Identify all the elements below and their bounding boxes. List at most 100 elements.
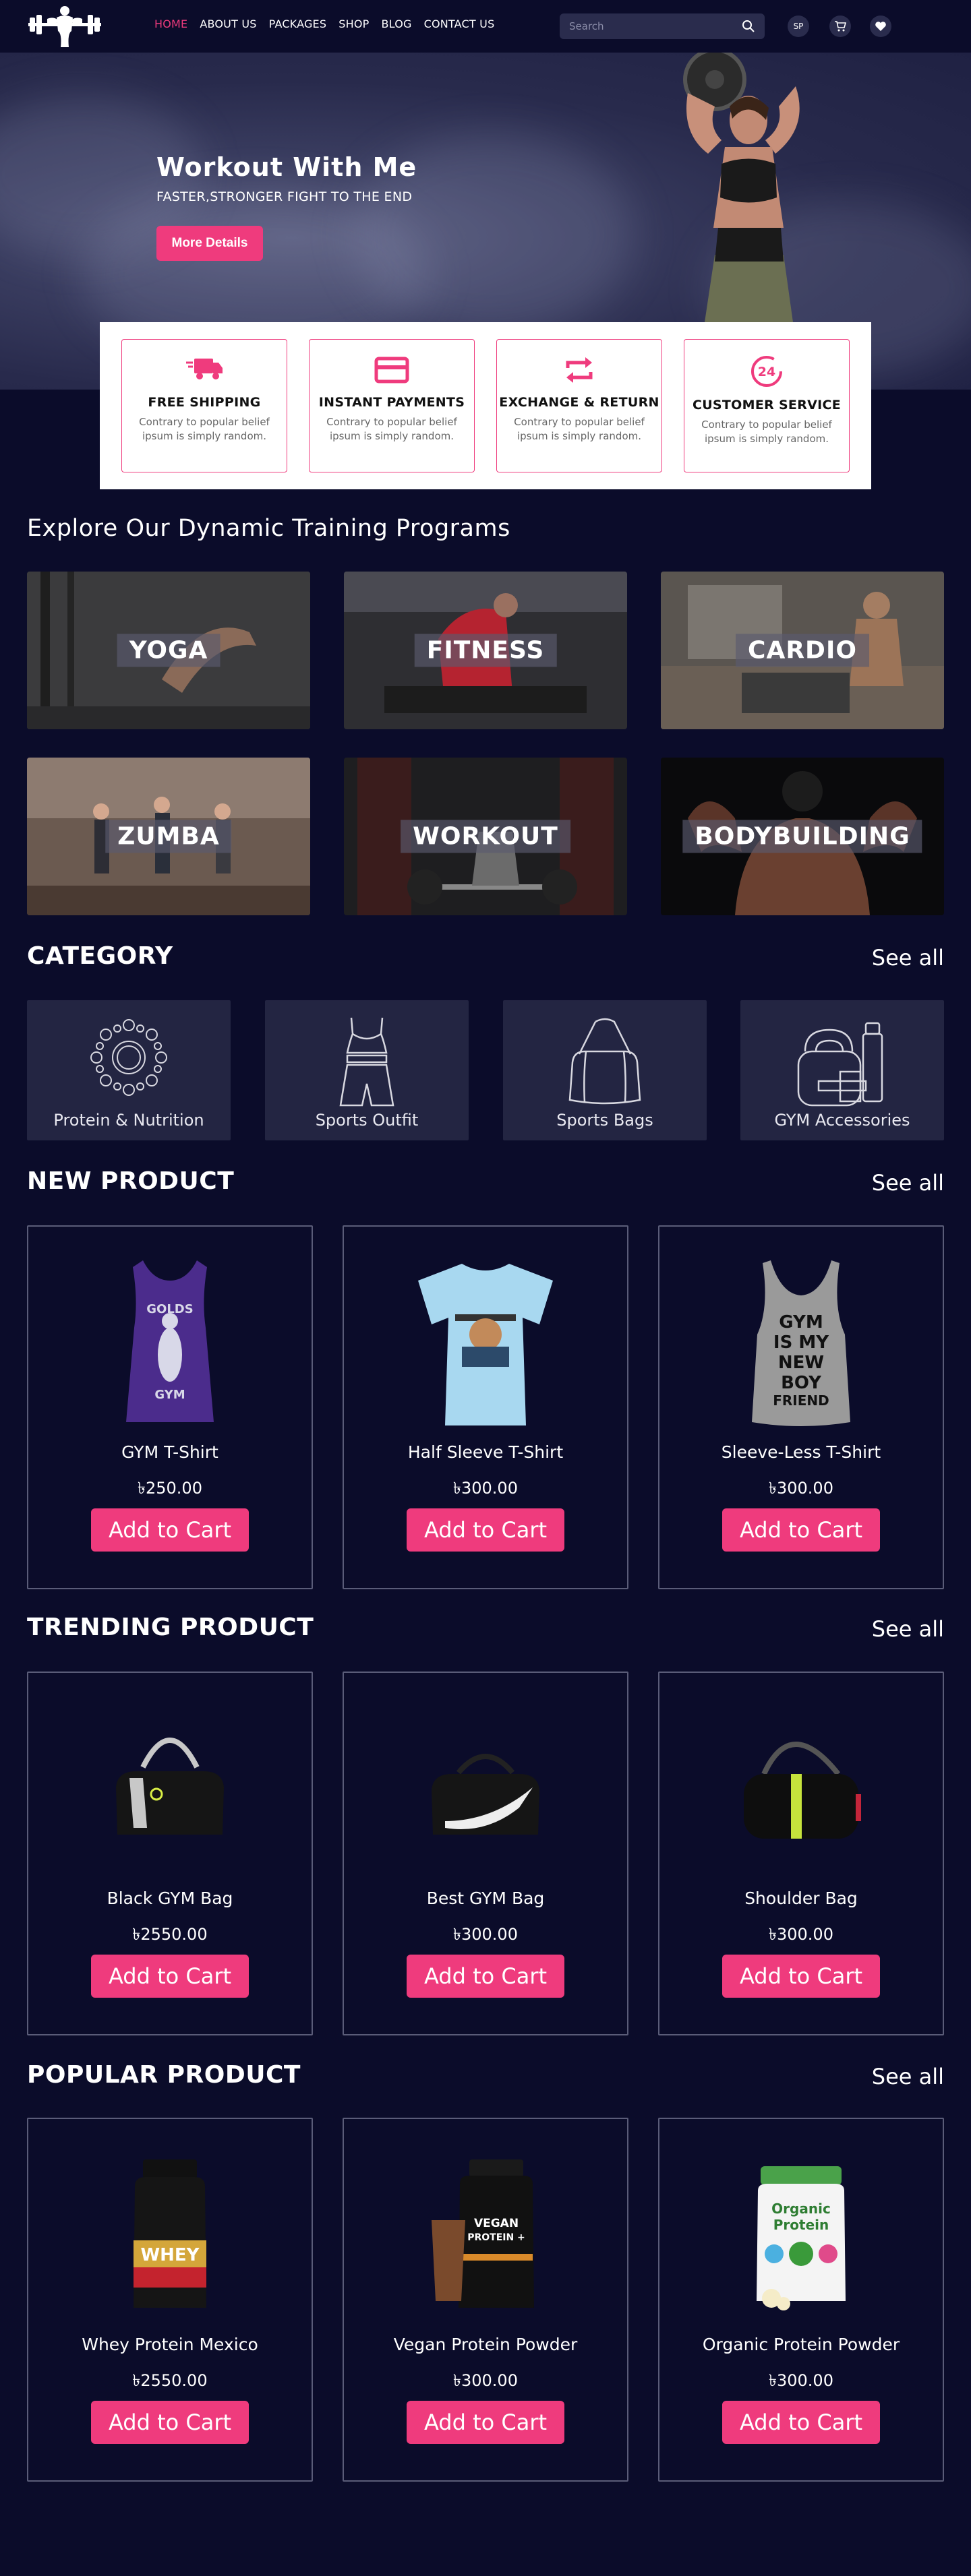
sleeveless-tshirt-image: GYMIS MYNEWBOYFRIEND (752, 1260, 850, 1426)
trending-product-title: TRENDING PRODUCT (27, 1614, 314, 1641)
add-to-cart-button[interactable]: Add to Cart (722, 1508, 880, 1552)
shoulder-bag-image (744, 1742, 861, 1839)
category-card-sports-bags[interactable]: Sports Bags (503, 1000, 707, 1140)
search-input[interactable] (569, 20, 742, 32)
program-label: WORKOUT (401, 820, 570, 853)
product-card[interactable]: Black GYM Bag ৳2550.00 Add to Cart (27, 1672, 313, 2035)
nav-home[interactable]: HOME (154, 18, 187, 30)
add-to-cart-button[interactable]: Add to Cart (91, 1955, 249, 1998)
black-gym-bag-image (116, 1738, 224, 1835)
wishlist-button[interactable] (870, 16, 891, 37)
best-gym-bag-image (432, 1754, 539, 1835)
bag-icon (568, 1018, 641, 1105)
product-card[interactable]: Organic Protein Organic Protein Powder ৳… (658, 2118, 944, 2482)
feature-card: FREE SHIPPING Contrary to popular belief… (121, 339, 287, 472)
features-panel: FREE SHIPPING Contrary to popular belief… (100, 322, 871, 489)
logo[interactable] (27, 4, 102, 49)
more-details-button[interactable]: More Details (156, 226, 263, 261)
product-card[interactable]: Best GYM Bag ৳300.00 Add to Cart (343, 1672, 628, 2035)
product-card[interactable]: VEGAN PROTEIN + Vegan Protein Powder ৳30… (343, 2118, 628, 2482)
product-price: ৳300.00 (453, 1925, 518, 1944)
program-card-zumba[interactable]: ZUMBA (27, 758, 310, 915)
program-card-yoga[interactable]: YOGA (27, 572, 310, 729)
nav-about-us[interactable]: ABOUT US (200, 18, 256, 30)
program-card-cardio[interactable]: CARDIO (661, 572, 944, 729)
trending-product-see-all-link[interactable]: See all (872, 1616, 944, 1642)
add-to-cart-button[interactable]: Add to Cart (407, 1508, 564, 1552)
svg-text:NEW: NEW (778, 1353, 824, 1373)
svg-text:GYM: GYM (779, 1312, 823, 1332)
category-label: Sports Bags (556, 1111, 653, 1130)
product-card[interactable]: WHEY Whey Protein Mexico ৳2550.00 Add to… (27, 2118, 313, 2482)
product-name: Whey Protein Mexico (82, 2335, 258, 2354)
add-to-cart-button[interactable]: Add to Cart (91, 2401, 249, 2444)
add-to-cart-button[interactable]: Add to Cart (722, 1955, 880, 1998)
popular-product-see-all-link[interactable]: See all (872, 2064, 944, 2089)
product-name: Organic Protein Powder (702, 2335, 900, 2354)
program-label: CARDIO (736, 634, 869, 667)
program-label: FITNESS (414, 634, 557, 667)
add-to-cart-button[interactable]: Add to Cart (91, 1508, 249, 1552)
program-card-workout[interactable]: WORKOUT (344, 758, 627, 915)
feature-desc: Contrary to popular belief ipsum is simp… (514, 416, 645, 442)
product-price: ৳300.00 (769, 1925, 833, 1944)
program-card-fitness[interactable]: FITNESS (344, 572, 627, 729)
half-sleeve-tshirt-image (418, 1264, 553, 1425)
svg-text:VEGAN: VEGAN (474, 2217, 519, 2230)
product-price: ৳2550.00 (132, 1925, 208, 1944)
support-24-icon: 24 (751, 356, 782, 387)
product-price: ৳300.00 (453, 2371, 518, 2390)
svg-text:IS MY: IS MY (773, 1332, 829, 1353)
add-to-cart-button[interactable]: Add to Cart (407, 2401, 564, 2444)
organic-protein-image: Organic Protein (757, 2166, 846, 2310)
add-to-cart-button[interactable]: Add to Cart (407, 1955, 564, 1998)
nav-blog[interactable]: BLOG (381, 18, 411, 30)
nav-shop[interactable]: SHOP (339, 18, 369, 30)
product-price: ৳2550.00 (132, 2371, 208, 2390)
program-card-bodybuilding[interactable]: BODYBUILDING (661, 758, 944, 915)
product-price: ৳300.00 (769, 2371, 833, 2390)
category-title: CATEGORY (27, 942, 173, 970)
product-card[interactable]: GYM IS MY NEW BOY FRIEND Sleeve-Less T-Shirt… (658, 1225, 944, 1589)
product-card[interactable]: Shoulder Bag ৳300.00 Add to Cart (658, 1672, 944, 2035)
gym-tshirt-image: GOLDS GYM (126, 1260, 214, 1422)
whey-protein-image: WHEY (134, 2159, 206, 2308)
cart-icon (835, 21, 846, 32)
category-card-sports-outfit[interactable]: Sports Outfit (265, 1000, 469, 1140)
search-icon[interactable] (742, 20, 755, 33)
program-label: BODYBUILDING (682, 820, 922, 853)
header: HOME ABOUT US PACKAGES SHOP BLOG CONTACT… (0, 0, 971, 53)
svg-text:FRIEND: FRIEND (773, 1392, 829, 1409)
new-product-see-all-link[interactable]: See all (872, 1170, 944, 1196)
category-card-protein-nutrition[interactable]: Protein & Nutrition (27, 1000, 231, 1140)
cart-button[interactable] (829, 16, 851, 37)
programs-title: Explore Our Dynamic Training Programs (27, 515, 510, 542)
accessories-icon (797, 1022, 883, 1107)
card-icon (374, 357, 409, 384)
feature-card: 24 CUSTOMER SERVICE Contrary to popular … (684, 339, 850, 472)
svg-text:24: 24 (758, 365, 775, 379)
feature-title: CUSTOMER SERVICE (692, 398, 842, 412)
add-to-cart-button[interactable]: Add to Cart (722, 2401, 880, 2444)
category-see-all-link[interactable]: See all (872, 945, 944, 971)
exchange-icon (566, 357, 593, 383)
svg-text:PROTEIN +: PROTEIN + (467, 2232, 525, 2243)
feature-title: EXCHANGE & RETURN (499, 395, 659, 410)
nutrition-icon (90, 1019, 167, 1096)
vegan-protein-image: VEGAN PROTEIN + (432, 2159, 534, 2308)
svg-text:GOLDS: GOLDS (146, 1302, 193, 1316)
product-name: Half Sleeve T-Shirt (407, 1442, 564, 1462)
category-card-gym-accessories[interactable]: GYM Accessories (740, 1000, 944, 1140)
product-price: ৳300.00 (453, 1479, 518, 1498)
feature-desc: Contrary to popular belief ipsum is simp… (701, 419, 832, 445)
product-card[interactable]: Half Sleeve T-Shirt ৳300.00 Add to Cart (343, 1225, 628, 1589)
nav-packages[interactable]: PACKAGES (269, 18, 327, 30)
profile-avatar[interactable]: SP (788, 16, 809, 37)
category-label: Sports Outfit (315, 1111, 419, 1130)
category-label: Protein & Nutrition (53, 1111, 204, 1130)
nav-contact-us[interactable]: CONTACT US (424, 18, 495, 30)
program-label: ZUMBA (105, 820, 232, 853)
program-label: YOGA (117, 634, 220, 667)
product-card[interactable]: GOLDS GYM GYM T-Shirt ৳250.00 Add to Car… (27, 1225, 313, 1589)
hero-subtitle: FASTER,STRONGER FIGHT TO THE END (156, 189, 413, 204)
